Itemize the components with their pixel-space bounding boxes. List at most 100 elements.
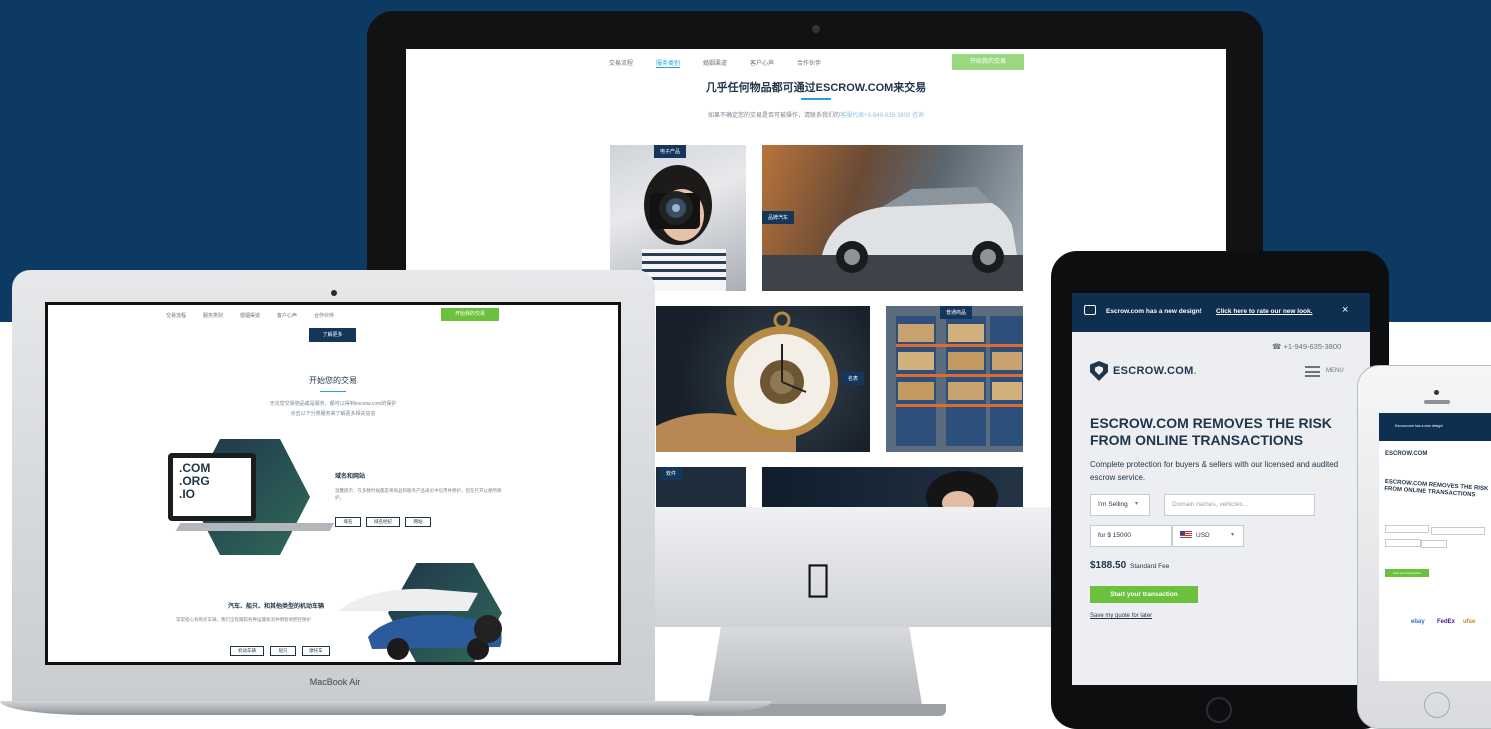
macbook-screen: 交易流程 服务类别 婚姻渠道 客户心声 合作伙伴 开始我的交易 了解更多 开始您…	[48, 305, 618, 662]
page-subtitle: 如果不确定您的交易是否可被操作，请联系我们的客服代表+1-949-635-380…	[406, 110, 1226, 119]
domain-brokerage-button[interactable]: 域名经纪	[366, 517, 400, 527]
pocket-watch-photo	[656, 311, 838, 452]
ph-start-transaction-button[interactable]: Start your transaction	[1385, 569, 1429, 577]
iphone-speaker	[1424, 400, 1450, 404]
escrow-shield-icon	[1090, 361, 1108, 381]
ipad-home-button	[1206, 697, 1232, 723]
macbook-camera	[331, 290, 337, 296]
domains-section-title: 域名和网站	[335, 474, 366, 480]
imac-stand	[708, 627, 922, 705]
motor-vehicles-button[interactable]: 机动车辆	[230, 646, 264, 656]
vehicles-illustration	[338, 588, 502, 660]
tile-watches[interactable]: 名表	[656, 306, 870, 452]
mb-subtitle-1: 无论您交易物品或是服务，都可以得到escrow.com的保护	[269, 401, 397, 407]
partner-logo: ufse	[1463, 619, 1476, 625]
tile-tag-watches: 名表	[842, 372, 865, 385]
new-design-banner: Escrow.com has a new design! Click here …	[1072, 293, 1370, 332]
ph-banner-text: Escrow.com has a new design!	[1395, 424, 1444, 428]
start-transaction-button[interactable]: 开始我的交易	[952, 54, 1024, 70]
tile-portrait[interactable]	[762, 467, 1023, 507]
menu-label[interactable]: MENU	[1326, 368, 1344, 374]
motorcycles-button[interactable]: 摩托车	[302, 646, 330, 656]
mb-section-heading: 开始您的交易	[309, 376, 357, 385]
us-flag-icon	[1180, 531, 1192, 540]
mb-nav-service-categories[interactable]: 服务类别	[203, 312, 223, 319]
escrow-logo[interactable]: ESCROW.COM.	[1113, 365, 1197, 377]
fedex-logo: FedEx	[1437, 619, 1456, 625]
mb-nav-testimonials[interactable]: 客户心声	[277, 312, 297, 319]
start-transaction-button[interactable]: Start your transaction	[1090, 586, 1198, 603]
ph-role-select[interactable]	[1385, 525, 1429, 533]
ph-escrow-logo[interactable]: ESCROW.COM	[1385, 451, 1427, 457]
currency-value: USD	[1196, 532, 1210, 539]
learn-more-button[interactable]: 了解更多	[309, 328, 356, 342]
ipad-screen: Escrow.com has a new design! Click here …	[1072, 293, 1370, 685]
tile-tag-electronics: 电子产品	[654, 145, 687, 158]
tile-tag-general: 普通商品	[940, 306, 973, 319]
rate-new-look-link[interactable]: Click here to rate our new look.	[1216, 308, 1312, 315]
ph-new-design-banner: Escrow.com has a new design!	[1379, 413, 1491, 441]
fee-label: Standard Fee	[1130, 563, 1170, 570]
ph-item-input[interactable]	[1431, 527, 1485, 535]
title-underline	[801, 98, 831, 100]
mb-nav-channels[interactable]: 婚姻渠道	[240, 312, 260, 319]
tile-general-merchandise[interactable]: 普通商品	[886, 306, 1023, 452]
tile-tag-cars: 品牌汽车	[762, 211, 795, 224]
mb-heading-underline	[320, 391, 346, 392]
item-input[interactable]: Domain names, vehicles...	[1164, 494, 1315, 516]
mb-start-transaction-button[interactable]: 开始我的交易	[441, 308, 499, 321]
domains-section-text: 温馨提示：在多数时候都是将商品和服务产品采买中信用并保护，但在打开以便所保护。	[335, 488, 502, 500]
chevron-down-icon: ▾	[1135, 501, 1139, 507]
phone-icon: ☎	[1272, 342, 1284, 351]
imac-camera	[812, 25, 820, 33]
tile-tag-software: 软件	[660, 467, 683, 480]
ph-currency-select[interactable]	[1421, 540, 1447, 548]
phone-number-text: +1-949-635-3800	[1283, 342, 1342, 351]
mb-nav-partners[interactable]: 合作伙伴	[314, 312, 334, 319]
amount-input[interactable]: for $ 15000	[1090, 525, 1172, 547]
vehicles-section-text: 常常担心有购买车辆，我们全程跟踪各种运输状况并明智地把控保护	[176, 617, 311, 622]
chat-icon	[1084, 305, 1096, 315]
tile-cars[interactable]: 品牌汽车	[762, 145, 1023, 291]
websites-button[interactable]: 网站	[405, 517, 431, 527]
laptop-keyboard-illustration	[175, 523, 335, 531]
phone-number[interactable]: ☎ +1-949-635-3800	[1272, 342, 1341, 351]
iphone-home-button	[1424, 692, 1450, 718]
support-phone-link[interactable]: 客服代表+1-949-635-3800 咨询	[840, 113, 924, 119]
page-title: 几乎任何物品都可通过ESCROW.COM来交易	[705, 82, 927, 94]
vehicles-section-title: 汽车、船只、和其他类型的机动车辆	[228, 604, 325, 610]
classic-car-photo	[762, 187, 1023, 291]
fee-amount: $188.50	[1090, 560, 1127, 571]
hero-headline: ESCROW.COM REMOVES THE RISK FROM ONLINE …	[1090, 415, 1332, 448]
logo-text: ESCROW.COM	[1113, 365, 1194, 377]
laptop-illustration: .COM .ORG .IO	[168, 453, 256, 521]
role-select[interactable]: I'm Selling	[1090, 494, 1150, 516]
ph-hero-headline: ESCROW.COM REMOVES THE RISK FROM ONLINE …	[1384, 479, 1489, 499]
macbook-base	[0, 701, 772, 715]
iphone-screen: Escrow.com has a new design! ESCROW.COM …	[1379, 413, 1491, 681]
boats-button[interactable]: 船只	[270, 646, 296, 656]
nav-channels[interactable]: 婚姻渠道	[703, 58, 727, 67]
role-select-value: I'm Selling	[1098, 501, 1128, 508]
save-quote-link[interactable]: Save my quote for later	[1090, 613, 1152, 619]
ph-amount-input[interactable]	[1385, 539, 1421, 547]
nav-testimonials[interactable]: 客户心声	[750, 58, 774, 67]
devices-mockup: 交易流程 服务类别 婚姻渠道 客户心声 合作伙伴 开始我的交易 几乎任何物品都可…	[0, 0, 1491, 729]
nav-transaction-process[interactable]: 交易流程	[609, 58, 633, 67]
warehouse-photo	[886, 306, 1023, 452]
mb-nav-transaction-process[interactable]: 交易流程	[166, 312, 186, 319]
nav-partners[interactable]: 合作伙伴	[797, 58, 821, 67]
subtitle-text: 如果不确定您的交易是否可被操作，请联系我们的	[708, 113, 841, 119]
tile-software[interactable]: 软件	[656, 467, 746, 507]
nav-service-categories[interactable]: 服务类别	[656, 58, 681, 68]
close-icon[interactable]: ×	[1342, 304, 1348, 316]
iphone-camera	[1434, 390, 1439, 395]
hamburger-menu-icon[interactable]	[1305, 366, 1320, 377]
macbook-label: MacBook Air	[309, 677, 361, 687]
ebay-logo: ebay	[1411, 619, 1425, 625]
apple-logo-icon: 	[800, 558, 836, 598]
logo-dot: .	[1193, 365, 1197, 377]
tld-io: .IO	[179, 487, 196, 501]
banner-text: Escrow.com has a new design!	[1106, 308, 1202, 315]
domains-button[interactable]: 域名	[335, 517, 361, 527]
